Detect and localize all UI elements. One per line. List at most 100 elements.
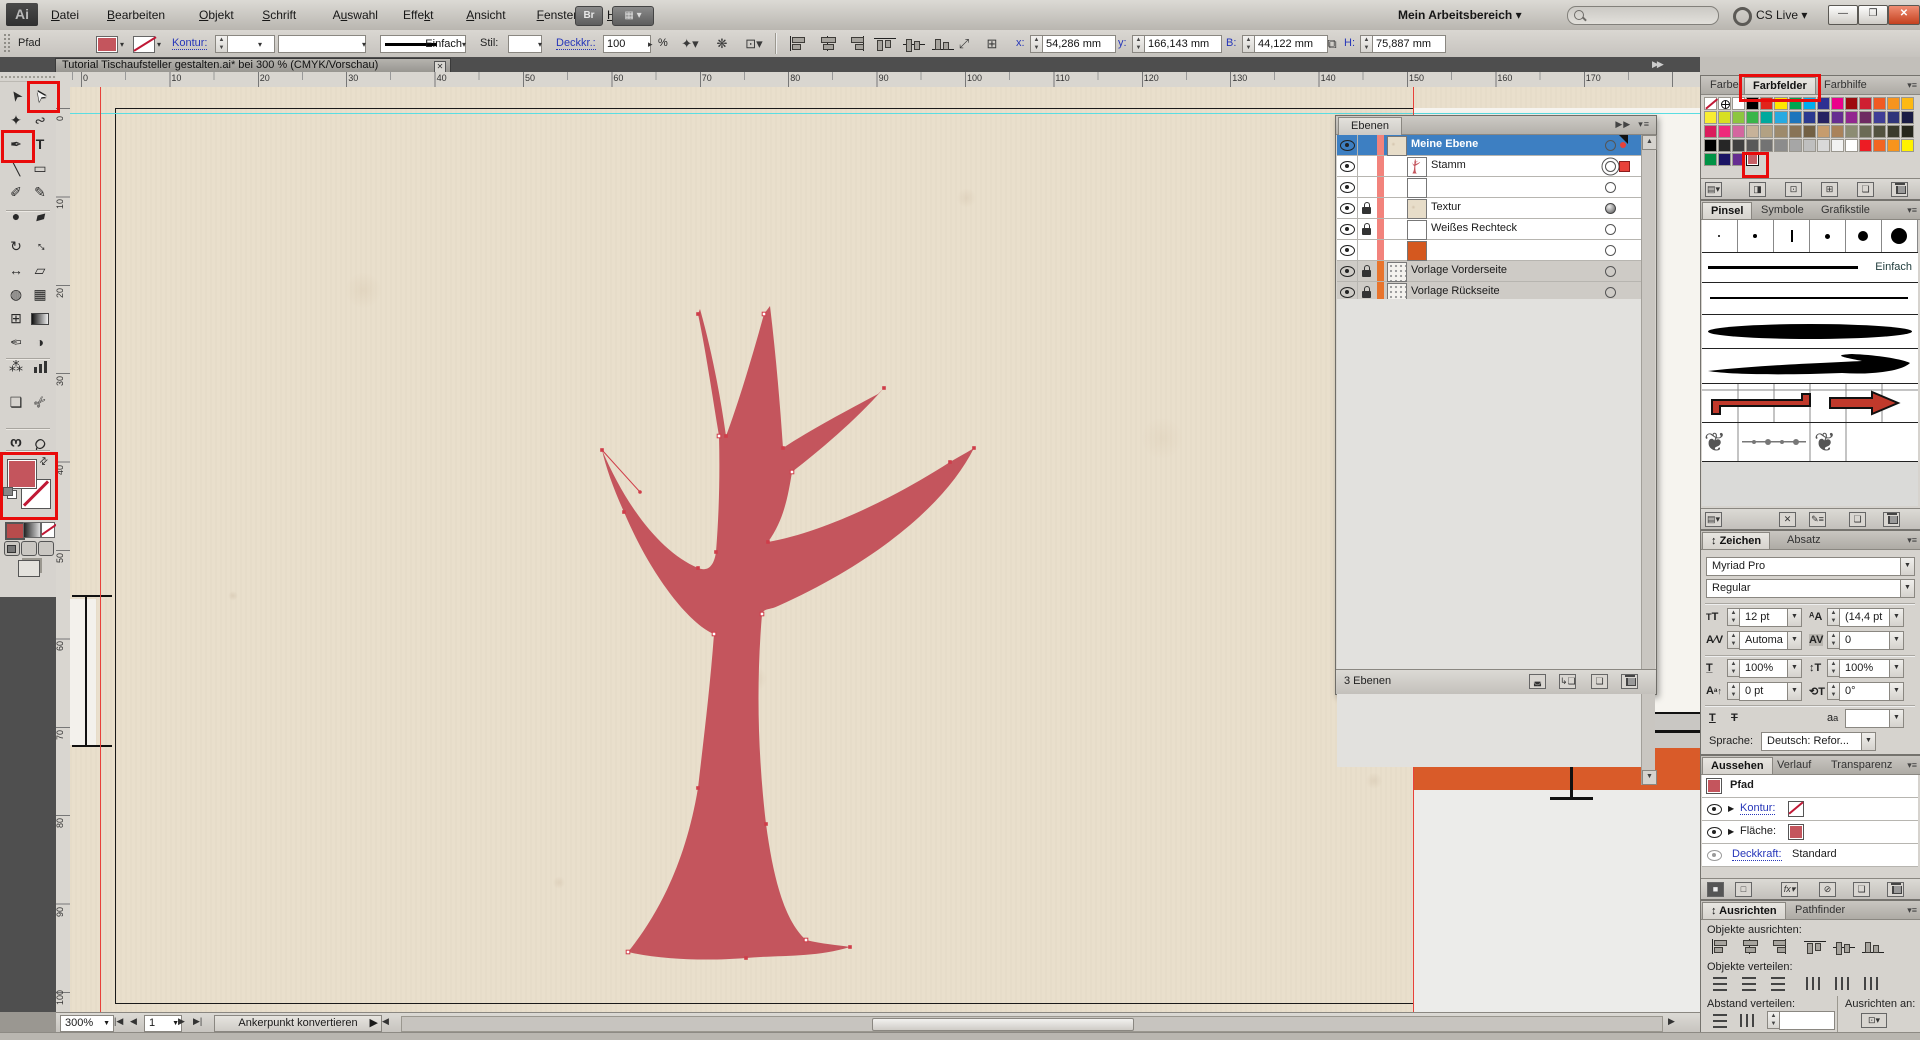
layer-name[interactable]: Vorlage Rückseite [1411,285,1500,297]
swatch[interactable] [1887,125,1900,138]
swatch[interactable] [1704,111,1717,124]
swatch[interactable] [1789,139,1802,152]
pen-tool[interactable]: ✒ [4,132,28,156]
layer-row-vorlagevorderseite[interactable]: ▶Vorlage Vorderseite [1337,261,1642,282]
opacity-slider-icon[interactable]: ▸ [648,39,653,50]
font-size-dropdown[interactable]: ▼ [1787,608,1802,627]
new-stroke-button[interactable]: ■ [1707,882,1724,897]
stroke-weight-field[interactable] [227,35,275,53]
swatch[interactable] [1704,153,1717,166]
swatch[interactable] [1845,97,1858,110]
status-indicator[interactable]: Ankerpunkt konvertieren▶ [214,1015,382,1032]
baseline-dropdown[interactable]: ▼ [1787,682,1802,701]
panel-menu-icon[interactable]: ▾≡ [1907,905,1917,916]
swatch[interactable] [1760,97,1773,110]
selection-tool[interactable]: ➤ [4,84,28,108]
blend-tool[interactable]: ◑ [28,330,52,354]
opacity-field[interactable]: 100 [603,35,651,53]
layer-thumbnail[interactable] [1407,178,1427,198]
constrain-proportions-icon[interactable]: ⧉ [1324,34,1340,53]
hand-tool[interactable]: ω [4,432,28,456]
swatch-none[interactable] [1704,97,1717,110]
minimize-button[interactable]: — [1828,5,1858,25]
swatch[interactable] [1831,97,1844,110]
layer-name[interactable]: Stamm [1431,159,1466,171]
stroke-color-swatch[interactable] [133,36,155,53]
menu-objekt[interactable]: Objekt [190,0,243,30]
stroke-weight-dropdown[interactable]: ▾ [258,40,262,49]
document-tab[interactable]: Tutorial Tischaufsteller gestalten.ai* b… [55,58,451,73]
swatch[interactable] [1817,125,1830,138]
lock-cell[interactable] [1357,177,1378,197]
opacity-link[interactable]: Deckkr.: [556,37,596,50]
layers-tab[interactable]: Ebenen [1338,117,1402,135]
maximize-button[interactable]: ❐ [1858,5,1888,25]
swatch[interactable] [1859,97,1872,110]
swatch[interactable] [1803,125,1816,138]
swatch[interactable] [1845,111,1858,124]
swatch[interactable] [1746,125,1759,138]
swatch[interactable] [1887,97,1900,110]
clear-appearance-button[interactable]: ⊘ [1819,882,1836,897]
visibility-cell[interactable] [1337,240,1358,260]
tab-transparenz[interactable]: Transparenz [1823,757,1900,773]
blob-brush-tool[interactable]: ● [4,204,28,228]
lock-cell[interactable] [1357,219,1378,239]
panel-menu-icon[interactable]: ▾≡ [1907,205,1917,216]
font-family-dropdown[interactable]: ▼ [1900,557,1915,576]
align-left-button[interactable] [787,36,809,51]
brush-stroke-options-button[interactable]: ✎≡ [1809,512,1826,527]
swatch-options-button[interactable]: ⊡ [1785,182,1802,197]
search-input[interactable] [1567,6,1719,25]
glyph-dropdown[interactable]: ▼ [1889,709,1904,728]
bridge-button[interactable]: Br [575,6,603,26]
stroke-link[interactable]: Kontur: [1740,802,1775,815]
x-field[interactable]: 54,286 mm [1042,35,1116,53]
width-profile-field[interactable] [278,35,366,53]
swatch[interactable] [1732,139,1745,152]
language-select[interactable]: Deutsch: Refor... [1761,732,1873,751]
tab-verlauf[interactable]: Verlauf [1769,757,1819,773]
menu-auswahl[interactable]: Auswahl [324,0,387,30]
type-tool[interactable]: T [28,132,52,156]
delete-brush-button[interactable] [1883,512,1900,527]
swatch[interactable] [1718,125,1731,138]
new-layer-button[interactable]: ❏ [1591,674,1608,689]
brush-libraries-button[interactable]: ▤▾ [1705,512,1722,527]
dock-collapse-chevrons-icon[interactable]: ▶▶ [1652,59,1662,70]
calligraphic-brush[interactable] [1774,220,1810,252]
menu-ansicht[interactable]: Ansicht [457,0,514,30]
shape-builder-tool[interactable]: ◍ [4,282,28,306]
fill-dropdown-icon[interactable]: ▾ [120,40,124,49]
lasso-tool[interactable]: ∾ [28,108,52,132]
align-right-button[interactable] [1767,939,1789,954]
calligraphic-brush[interactable] [1738,220,1774,252]
swatch[interactable] [1887,139,1900,152]
tools-panel-grip[interactable] [0,72,56,82]
width-profile-dropdown[interactable]: ▾ [362,40,366,49]
swatch[interactable] [1718,139,1731,152]
zoom-level-select[interactable]: 300%▼ [60,1015,114,1032]
tab-absatz[interactable]: Absatz [1779,532,1829,548]
horizontal-ruler[interactable]: 0102030405060708090100110120130140150160… [56,72,1700,88]
eraser-tool[interactable]: ▰ [28,204,52,228]
appearance-stroke-row[interactable]: ▶ Kontur: [1702,798,1918,821]
vertical-spacing-button[interactable] [1709,1013,1731,1028]
swatch[interactable] [1760,125,1773,138]
swatch[interactable] [1732,153,1745,166]
swatch-selected[interactable] [1746,153,1759,166]
draw-normal-button[interactable] [4,541,20,556]
last-page-button[interactable]: ▶| [193,1016,202,1027]
opacity-link[interactable]: Deckkraft: [1732,848,1782,861]
magic-wand-tool[interactable]: ✦ [4,108,28,132]
swatch[interactable] [1817,111,1830,124]
visibility-eye-icon[interactable] [1707,827,1722,838]
swatch-registration[interactable] [1718,97,1731,110]
eyedropper-tool[interactable]: ✑ [4,330,28,354]
calligraphic-brush-row[interactable] [1702,220,1918,253]
align-bottom-button[interactable] [1862,939,1884,954]
arrow-pattern-brush-row[interactable] [1702,384,1918,423]
swatch[interactable] [1718,111,1731,124]
layer-thumbnail[interactable] [1387,262,1407,282]
swatch[interactable] [1789,111,1802,124]
